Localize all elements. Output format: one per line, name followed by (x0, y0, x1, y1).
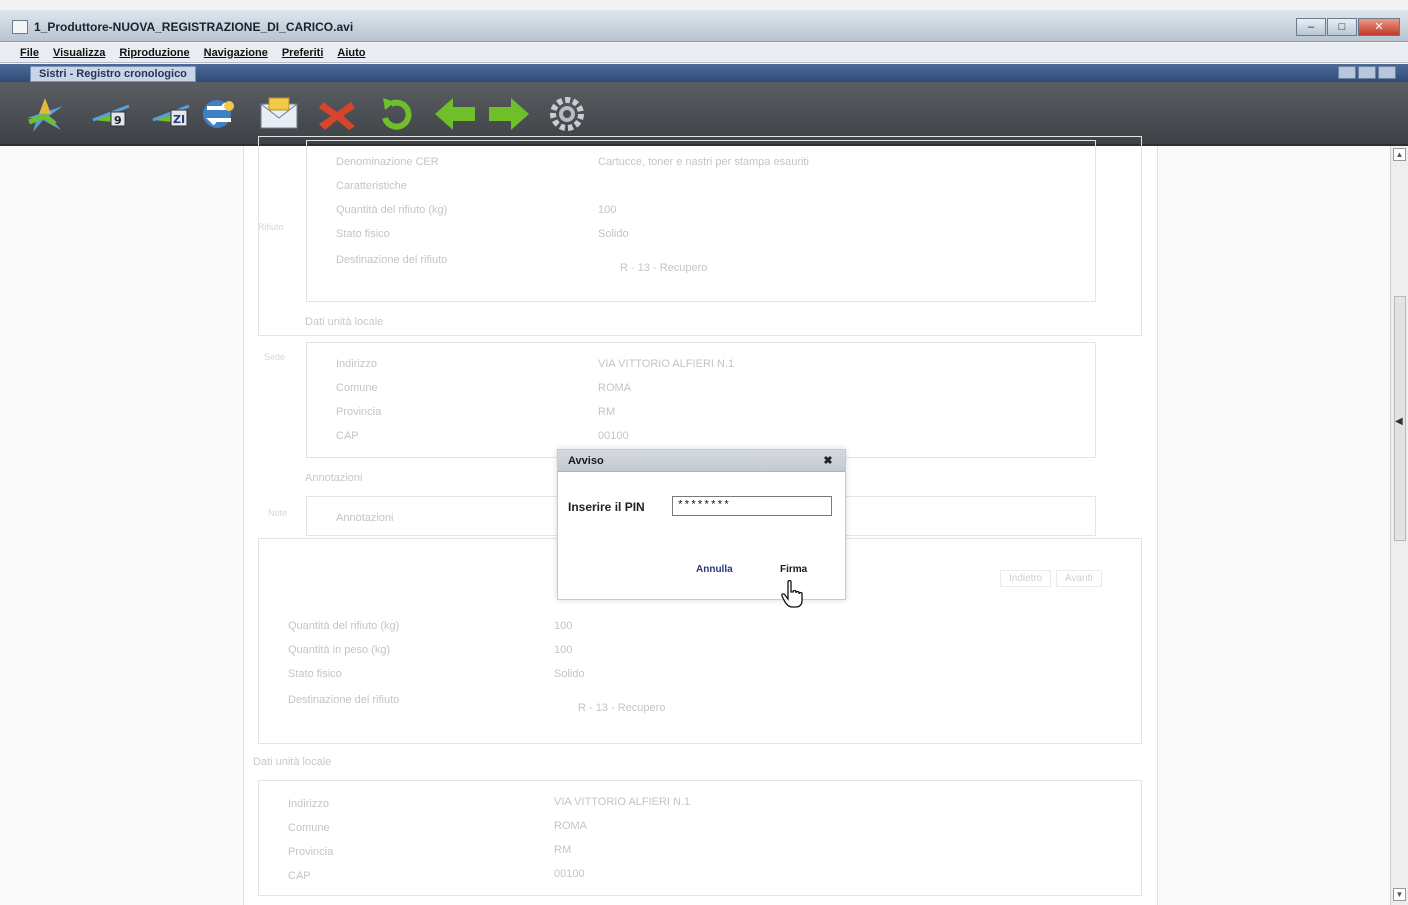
dialog-title-bar[interactable]: Avviso ✖ (558, 450, 845, 472)
inner-close-button[interactable] (1378, 66, 1396, 79)
menu-riproduzione[interactable]: Riproduzione (119, 47, 189, 59)
cancel-button[interactable]: Annulla (696, 564, 733, 575)
delete-x-icon[interactable] (314, 90, 360, 138)
field-label: Indirizzo (288, 798, 329, 810)
inner-window-bar: Sistri - Registro cronologico (0, 64, 1408, 82)
pin-input[interactable] (672, 496, 832, 516)
field-label: Comune (336, 382, 378, 394)
site-legend: Dati unità locale (302, 316, 387, 328)
rifiuto-side-label: Rifiuto (258, 222, 284, 232)
field-value: ROMA (554, 820, 587, 832)
site-side-label: Sede (264, 352, 286, 362)
field-value: 100 (554, 620, 573, 632)
svg-text:9: 9 (114, 114, 122, 127)
menu-preferiti[interactable]: Preferiti (282, 47, 324, 59)
field-label: Provincia (288, 846, 334, 858)
field-label: CAP (288, 870, 311, 882)
field-value: RM (554, 844, 572, 856)
notes-side-label: Note (268, 508, 288, 518)
field-label: Quantità in peso (kg) (288, 644, 391, 656)
app-window: 1_Produttore-NUOVA_REGISTRAZIONE_DI_CARI… (0, 0, 1408, 905)
new-record-3-icon[interactable]: ZI (148, 90, 194, 138)
field-value: Solido (598, 228, 629, 240)
field-label: CAP (336, 430, 359, 442)
new-record-2-icon[interactable]: 9 (88, 90, 134, 138)
forward-button[interactable]: Avanti (1056, 570, 1102, 587)
field-label: Indirizzo (336, 358, 377, 370)
field-label: Stato fisico (288, 668, 342, 680)
menu-bar: File Visualizza Riproduzione Navigazione… (0, 43, 1408, 63)
refresh-icon[interactable] (374, 90, 420, 138)
field-label: Provincia (336, 406, 382, 418)
field-value: Solido (554, 668, 585, 680)
svg-text:ZI: ZI (173, 113, 185, 126)
sign-button[interactable]: Firma (780, 564, 807, 575)
field-value: 00100 (598, 430, 629, 442)
field-value: VIA VITTORIO ALFIERI N.1 (554, 796, 691, 808)
field-label: Comune (288, 822, 330, 834)
field-value: 100 (554, 644, 573, 656)
menu-file[interactable]: File (20, 47, 39, 59)
field-label: Denominazione CER (336, 156, 439, 168)
menu-visualizza[interactable]: Visualizza (53, 47, 105, 59)
menu-aiuto[interactable]: Aiuto (337, 47, 365, 59)
scroll-up-button[interactable]: ▲ (1393, 148, 1406, 161)
settings-gear-icon[interactable] (544, 90, 590, 138)
field-label: Destinazione del rifiuto (336, 254, 448, 266)
inner-minimize-button[interactable] (1338, 66, 1356, 79)
window-title: 1_Produttore-NUOVA_REGISTRAZIONE_DI_CARI… (34, 20, 354, 34)
scroll-pointer-icon: ◀ (1395, 416, 1403, 427)
field-label: Quantità del rifiuto (kg) (288, 620, 400, 632)
app-icon (12, 20, 28, 34)
field-value: 100 (598, 204, 617, 216)
field-value: ROMA (598, 382, 631, 394)
new-record-icon[interactable] (22, 90, 68, 138)
back-button[interactable]: Indietro (1000, 570, 1052, 587)
back-arrow-icon[interactable] (432, 90, 478, 138)
notes-legend: Annotazioni (302, 472, 366, 484)
field-value[interactable]: R - 13 - Recupero (578, 702, 665, 714)
field-value: 00100 (554, 868, 585, 880)
inner-window-controls (1338, 66, 1396, 79)
maximize-button[interactable]: □ (1327, 18, 1357, 36)
field-label: Caratteristiche (336, 180, 407, 192)
vertical-scrollbar[interactable]: ▲ ◀ ▼ (1390, 146, 1408, 905)
window-title-bar[interactable]: 1_Produttore-NUOVA_REGISTRAZIONE_DI_CARI… (0, 10, 1408, 42)
field-label: Quantità del rifiuto (kg) (336, 204, 448, 216)
forward-arrow-icon[interactable] (486, 90, 532, 138)
pin-dialog: Avviso ✖ Inserire il PIN Annulla Firma (557, 449, 846, 600)
scroll-down-button[interactable]: ▼ (1393, 888, 1406, 901)
field-value: Cartucce, toner e nastri per stampa esau… (598, 156, 809, 168)
bottom-fieldset (258, 780, 1142, 896)
field-value: RM (598, 406, 616, 418)
field-label: Destinazione del rifiuto (288, 694, 400, 706)
menu-navigazione[interactable]: Navigazione (204, 47, 268, 59)
field-value[interactable]: R - 13 - Recupero (620, 262, 707, 274)
hand-cursor-icon (781, 580, 803, 608)
minimize-button[interactable]: – (1296, 18, 1326, 36)
field-label: Stato fisico (336, 228, 390, 240)
dialog-title: Avviso (568, 455, 604, 467)
inner-restore-button[interactable] (1358, 66, 1376, 79)
window-controls: – □ ✕ (1296, 18, 1400, 36)
dialog-close-icon[interactable]: ✖ (821, 454, 835, 468)
breadcrumb[interactable]: Sistri - Registro cronologico (30, 66, 196, 82)
notes-field[interactable]: Annotazioni (336, 512, 394, 524)
envelope-icon[interactable] (256, 90, 302, 138)
bottom-legend: Dati unità locale (250, 756, 335, 768)
field-value: VIA VITTORIO ALFIERI N.1 (598, 358, 735, 370)
transfer-icon[interactable] (196, 90, 242, 138)
pin-label: Inserire il PIN (568, 500, 645, 514)
close-button[interactable]: ✕ (1358, 18, 1400, 36)
